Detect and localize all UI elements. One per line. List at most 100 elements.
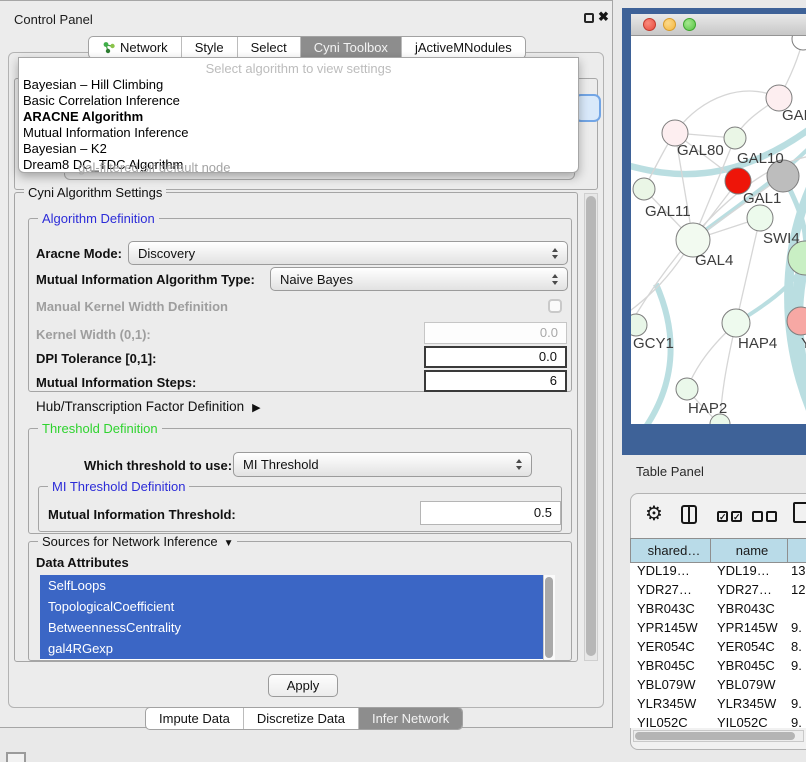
sources-group-toggle[interactable]: Sources for Network Inference▼ [38, 534, 237, 549]
mi-threshold-field[interactable]: 0.5 [420, 501, 561, 525]
application-root: Control Panel ✖ gal-filtered.sif default… [0, 0, 806, 762]
mi-threshold-group-title: MI Threshold Definition [48, 479, 189, 494]
column-header-2[interactable] [788, 539, 806, 562]
tab-infer-network[interactable]: Infer Network [358, 708, 462, 729]
checked-checkbox-icon[interactable]: ✓ [717, 511, 728, 522]
column-header-shared-[interactable]: shared… [630, 539, 711, 562]
tab-label: Impute Data [159, 708, 230, 729]
tab-discretize-data[interactable]: Discretize Data [243, 708, 358, 729]
manual-kernel-width-label: Manual Kernel Width Definition [36, 299, 228, 314]
table-cell: YBR045C [630, 658, 711, 677]
algorithm-option-mutual-information-inference[interactable]: Mutual Information Inference [19, 125, 578, 141]
attribute-item-topologicalcoefficient[interactable]: TopologicalCoefficient [40, 596, 543, 617]
table-row[interactable]: YDL19…YDL19…13 [630, 563, 806, 582]
stepper-arrows-icon [552, 274, 558, 285]
table-horizontal-scrollbar-thumb[interactable] [635, 732, 795, 740]
page-icon[interactable] [793, 502, 806, 523]
node-label: GAL11 [645, 203, 691, 220]
algorithm-dropdown-placeholder: Select algorithm to view settings [19, 58, 578, 77]
network-node[interactable] [676, 378, 698, 400]
algorithm-option-bayesian-hill-climbing[interactable]: Bayesian – Hill Climbing [19, 77, 578, 93]
control-panel-title: Control Panel [14, 12, 93, 27]
mi-algorithm-type-select[interactable]: Naive Bayes [270, 267, 568, 291]
which-threshold-select[interactable]: MI Threshold [233, 452, 532, 477]
table-row[interactable]: YBR043CYBR043C [630, 601, 806, 620]
manual-kernel-width-checkbox[interactable] [548, 299, 562, 313]
table-cell: YPR145W [711, 620, 788, 639]
network-window-titlebar[interactable] [631, 14, 806, 36]
unchecked-checkbox-icon[interactable] [766, 511, 777, 522]
dpi-tolerance-field[interactable]: 0.0 [424, 346, 567, 368]
attributes-list-scrollbar-thumb[interactable] [545, 577, 553, 658]
tab-label: jActiveMNodules [415, 37, 512, 58]
close-traffic-light-icon[interactable] [643, 18, 656, 31]
cyni-settings-group-title: Cyni Algorithm Settings [24, 185, 166, 200]
tab-style[interactable]: Style [181, 37, 237, 58]
node-label: SWI4 [763, 230, 800, 247]
node-label: GCY1 [633, 335, 674, 352]
aracne-mode-select[interactable]: Discovery [128, 241, 568, 265]
table-header-row: shared…name [630, 538, 806, 563]
split-view-icon[interactable] [681, 505, 697, 524]
tab-jactivemnodules[interactable]: jActiveMNodules [401, 37, 525, 58]
network-node[interactable] [631, 314, 647, 336]
float-window-icon[interactable] [584, 13, 594, 23]
network-canvas[interactable]: GALGAL80GAL10GAL1GAL11SWI4GAL4GCY1HAP4YH… [631, 36, 806, 424]
table-cell: YBR043C [711, 601, 788, 620]
settings-scrollbar-thumb[interactable] [586, 196, 596, 656]
table-cell: YDR27… [630, 582, 711, 601]
column-header-name[interactable]: name [711, 539, 788, 562]
tab-label: Infer Network [372, 708, 449, 729]
mi-algorithm-type-label: Mutual Information Algorithm Type: [36, 272, 255, 287]
kernel-width-label: Kernel Width (0,1): [36, 327, 151, 342]
table-row[interactable]: YBR045CYBR045C9. [630, 658, 806, 677]
apply-button[interactable]: Apply [268, 674, 338, 697]
table-row[interactable]: YIL052CYIL052C9. [630, 715, 806, 728]
network-node[interactable] [722, 309, 750, 337]
close-icon[interactable]: ✖ [598, 9, 609, 25]
node-label: HAP4 [738, 335, 777, 352]
node-label: GAL10 [737, 150, 784, 167]
tab-impute-data[interactable]: Impute Data [146, 708, 243, 729]
checked-checkbox-icon[interactable]: ✓ [731, 511, 742, 522]
tab-network[interactable]: Network [89, 37, 181, 58]
table-cell: YIL052C [630, 715, 711, 728]
tab-select[interactable]: Select [237, 37, 300, 58]
data-table-combo-value: gal-filtered.sif default node [78, 160, 230, 175]
algorithm-option-bayesian-k2[interactable]: Bayesian – K2 [19, 141, 578, 157]
gear-icon[interactable]: ⚙ [645, 502, 663, 526]
attribute-item-gal4rgexp[interactable]: gal4RGexp [40, 638, 543, 659]
zoom-traffic-light-icon[interactable] [683, 18, 696, 31]
attribute-item-selfloops[interactable]: SelfLoops [40, 575, 543, 596]
table-row[interactable]: YBL079WYBL079W [630, 677, 806, 696]
network-node[interactable] [792, 36, 806, 50]
network-node[interactable] [724, 127, 746, 149]
minimize-traffic-light-icon[interactable] [663, 18, 676, 31]
tab-label: Discretize Data [257, 708, 345, 729]
tab-label: Network [120, 37, 168, 58]
table-cell: 9. [788, 620, 806, 639]
table-cell: 8. [788, 639, 806, 658]
table-row[interactable]: YER054CYER054C8. [630, 639, 806, 658]
algorithm-option-basic-correlation-inference[interactable]: Basic Correlation Inference [19, 93, 578, 109]
algorithm-option-aracne-algorithm[interactable]: ARACNE Algorithm [19, 109, 578, 125]
mi-steps-field[interactable]: 6 [424, 370, 567, 392]
sources-group-title: Sources for Network Inference [42, 534, 218, 549]
hub-definition-toggle[interactable]: Hub/Transcription Factor Definition▶ [36, 399, 261, 414]
tab-label: Cyni Toolbox [314, 37, 388, 58]
table-row[interactable]: YLR345WYLR345W9. [630, 696, 806, 715]
table-cell: YDL19… [711, 563, 788, 582]
aracne-mode-value: Discovery [138, 246, 195, 261]
table-cell: 9. [788, 715, 806, 728]
attribute-item-betweennesscentrality[interactable]: BetweennessCentrality [40, 617, 543, 638]
table-row[interactable]: YDR27…YDR27…12 [630, 582, 806, 601]
unchecked-checkbox-icon[interactable] [752, 511, 763, 522]
dock-mini-icon[interactable] [6, 752, 26, 762]
hub-definition-label: Hub/Transcription Factor Definition [36, 399, 244, 414]
tab-cyni-toolbox[interactable]: Cyni Toolbox [300, 37, 401, 58]
network-node[interactable] [633, 178, 655, 200]
table-row[interactable]: YPR145WYPR145W9. [630, 620, 806, 639]
kernel-width-field[interactable]: 0.0 [424, 322, 567, 344]
algorithm-definition-group-title: Algorithm Definition [38, 211, 159, 226]
network-node[interactable] [747, 205, 773, 231]
